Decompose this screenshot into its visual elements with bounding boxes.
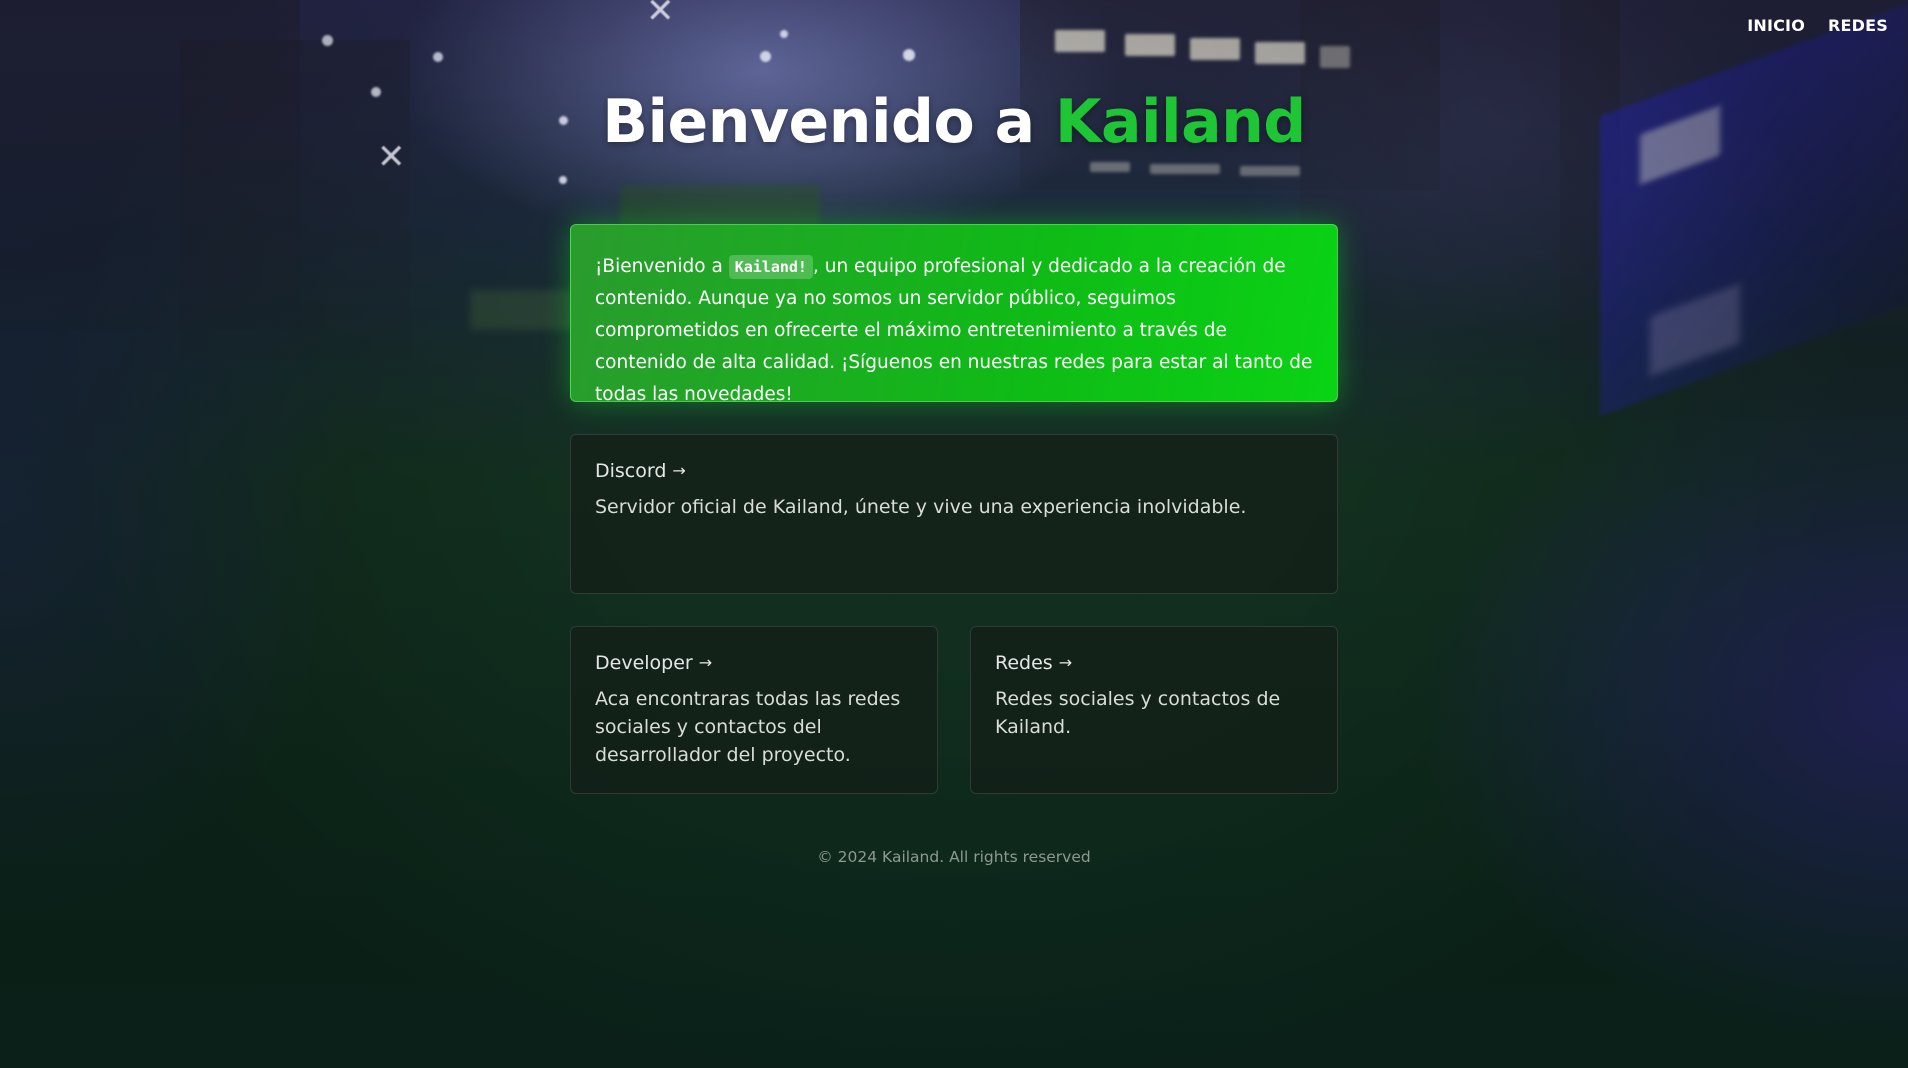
- welcome-text-rest: , un equipo profesional y dedicado a la …: [595, 256, 1313, 405]
- discord-card-label: Discord: [595, 460, 667, 482]
- footer-copyright: © 2024 Kailand. All rights reserved: [817, 848, 1091, 866]
- redes-card-description: Redes sociales y contactos de Kailand.: [995, 688, 1281, 738]
- arrow-right-icon: →: [672, 461, 686, 480]
- welcome-banner: ¡Bienvenido a Kailand!, un equipo profes…: [570, 224, 1338, 405]
- title-prefix: Bienvenido a: [602, 87, 1055, 157]
- developer-card-label: Developer: [595, 652, 693, 674]
- arrow-right-icon: →: [698, 653, 713, 672]
- card-title-redes: Redes →: [995, 651, 1313, 675]
- card-title-discord: Discord →: [595, 459, 1313, 483]
- page-title: Bienvenido a Kailand: [0, 92, 1908, 152]
- arrow-right-icon: →: [1058, 653, 1073, 672]
- developer-card[interactable]: Developer → Aca encontraras todas las re…: [570, 626, 938, 794]
- nav-item-inicio[interactable]: INICIO: [1747, 16, 1805, 35]
- discord-card[interactable]: Discord → Servidor oficial de Kailand, ú…: [570, 434, 1338, 594]
- discord-card-description: Servidor oficial de Kailand, únete y viv…: [595, 496, 1247, 518]
- redes-card-label: Redes: [995, 652, 1053, 674]
- nav-item-redes[interactable]: REDES: [1828, 16, 1888, 35]
- title-brand: Kailand: [1054, 87, 1306, 157]
- redes-card[interactable]: Redes → Redes sociales y contactos de Ka…: [970, 626, 1338, 794]
- brand-code-tag: Kailand!: [728, 255, 813, 279]
- page: ✕ ✕ INICIO REDES Bienvenido a Kailand ¡B…: [0, 0, 1908, 1068]
- card-title-developer: Developer →: [595, 651, 913, 675]
- developer-card-description: Aca encontraras todas las redes sociales…: [595, 688, 901, 766]
- welcome-text-start: ¡Bienvenido a: [595, 256, 729, 277]
- top-nav: INICIO REDES: [1747, 16, 1888, 35]
